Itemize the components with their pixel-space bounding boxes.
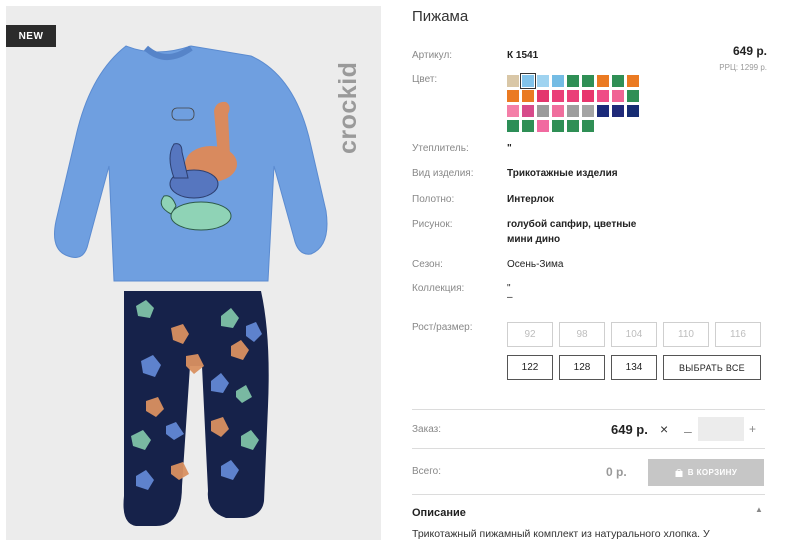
description-text: Трикотажный пижамный комплект из натурал… bbox=[412, 528, 710, 540]
description-title[interactable]: Описание bbox=[412, 507, 466, 519]
color-swatch[interactable] bbox=[567, 75, 579, 87]
size-122-button[interactable]: 122 bbox=[507, 355, 553, 380]
bag-icon bbox=[675, 468, 683, 477]
insulation-value: " bbox=[507, 143, 512, 154]
add-to-cart-button[interactable]: В КОРЗИНУ bbox=[648, 459, 764, 486]
color-swatch[interactable] bbox=[597, 75, 609, 87]
size-104-button[interactable]: 104 bbox=[611, 322, 657, 347]
article-label: Артикул: bbox=[412, 50, 453, 61]
pattern-value-line2: мини дино bbox=[507, 234, 561, 245]
color-swatch[interactable] bbox=[537, 75, 549, 87]
color-swatch[interactable] bbox=[522, 105, 534, 117]
quantity-decrease-button[interactable]: – bbox=[684, 423, 692, 439]
color-label: Цвет: bbox=[412, 74, 438, 85]
divider bbox=[412, 409, 765, 410]
pattern-value-line1: голубой сапфир, цветные bbox=[507, 219, 637, 230]
color-swatch[interactable] bbox=[507, 105, 519, 117]
season-value: Осень-Зима bbox=[507, 259, 564, 270]
type-label: Вид изделия: bbox=[412, 168, 474, 179]
color-swatch[interactable] bbox=[582, 120, 594, 132]
color-swatch[interactable] bbox=[552, 120, 564, 132]
color-swatch[interactable] bbox=[627, 105, 639, 117]
product-details: Пижама Артикул: К 1541 649 р. РРЦ: 1299 … bbox=[412, 0, 767, 540]
season-label: Сезон: bbox=[412, 259, 443, 270]
article-value: К 1541 bbox=[507, 50, 539, 61]
color-swatch[interactable] bbox=[612, 90, 624, 102]
pattern-label: Рисунок: bbox=[412, 219, 453, 230]
color-swatch[interactable] bbox=[612, 105, 624, 117]
size-128-button[interactable]: 128 bbox=[559, 355, 605, 380]
color-swatch[interactable] bbox=[552, 105, 564, 117]
color-swatch[interactable] bbox=[537, 120, 549, 132]
product-title: Пижама bbox=[412, 8, 469, 25]
color-swatch[interactable] bbox=[582, 90, 594, 102]
color-swatch[interactable] bbox=[567, 120, 579, 132]
product-image[interactable]: NEW crockid bbox=[6, 6, 381, 540]
color-swatch[interactable] bbox=[597, 105, 609, 117]
product-page: NEW crockid Пижама Артикул: К 1541 649 р… bbox=[0, 0, 800, 540]
close-icon[interactable]: × bbox=[660, 421, 668, 437]
insulation-label: Утеплитель: bbox=[412, 143, 469, 154]
fabric-value: Интерлок bbox=[507, 194, 554, 205]
collection-value-line2: – bbox=[507, 292, 513, 303]
divider bbox=[412, 448, 765, 449]
quantity-input[interactable] bbox=[698, 417, 744, 441]
size-134-button[interactable]: 134 bbox=[611, 355, 657, 380]
size-92-button[interactable]: 92 bbox=[507, 322, 553, 347]
color-swatches bbox=[507, 73, 647, 132]
color-swatch[interactable] bbox=[537, 105, 549, 117]
color-swatch[interactable] bbox=[582, 105, 594, 117]
divider bbox=[412, 494, 765, 495]
color-swatch[interactable] bbox=[522, 120, 534, 132]
brand-logo: crockid bbox=[334, 61, 362, 154]
color-swatch[interactable] bbox=[537, 90, 549, 102]
color-swatch[interactable] bbox=[567, 90, 579, 102]
order-price: 649 р. bbox=[611, 422, 648, 437]
product-price: 649 р. bbox=[732, 44, 767, 58]
color-swatch[interactable] bbox=[612, 75, 624, 87]
color-swatch[interactable] bbox=[552, 75, 564, 87]
color-swatch[interactable] bbox=[552, 90, 564, 102]
add-to-cart-label: В КОРЗИНУ bbox=[687, 468, 738, 477]
color-swatch[interactable] bbox=[582, 75, 594, 87]
color-swatch[interactable] bbox=[507, 75, 519, 87]
color-swatch[interactable] bbox=[507, 90, 519, 102]
color-swatch[interactable] bbox=[522, 90, 534, 102]
collection-label: Коллекция: bbox=[412, 283, 465, 294]
chevron-up-icon[interactable]: ▲ bbox=[755, 505, 763, 514]
color-swatch[interactable] bbox=[520, 73, 536, 89]
size-116-button[interactable]: 116 bbox=[715, 322, 761, 347]
select-all-button[interactable]: ВЫБРАТЬ ВСЕ bbox=[663, 355, 761, 380]
quantity-increase-button[interactable]: + bbox=[749, 422, 756, 436]
color-swatch[interactable] bbox=[597, 90, 609, 102]
color-swatch[interactable] bbox=[627, 75, 639, 87]
color-swatch[interactable] bbox=[567, 105, 579, 117]
total-value: 0 р. bbox=[606, 465, 627, 479]
size-label: Рост/размер: bbox=[412, 322, 473, 333]
pajama-illustration bbox=[54, 45, 328, 526]
size-98-button[interactable]: 98 bbox=[559, 322, 605, 347]
order-label: Заказ: bbox=[412, 424, 442, 435]
recommended-price: РРЦ: 1299 р. bbox=[719, 63, 767, 72]
color-swatch[interactable] bbox=[507, 120, 519, 132]
color-swatch[interactable] bbox=[627, 90, 639, 102]
size-110-button[interactable]: 110 bbox=[663, 322, 709, 347]
type-value: Трикотажные изделия bbox=[507, 168, 618, 179]
new-badge: NEW bbox=[6, 25, 56, 47]
fabric-label: Полотно: bbox=[412, 194, 455, 205]
total-label: Всего: bbox=[412, 466, 441, 477]
